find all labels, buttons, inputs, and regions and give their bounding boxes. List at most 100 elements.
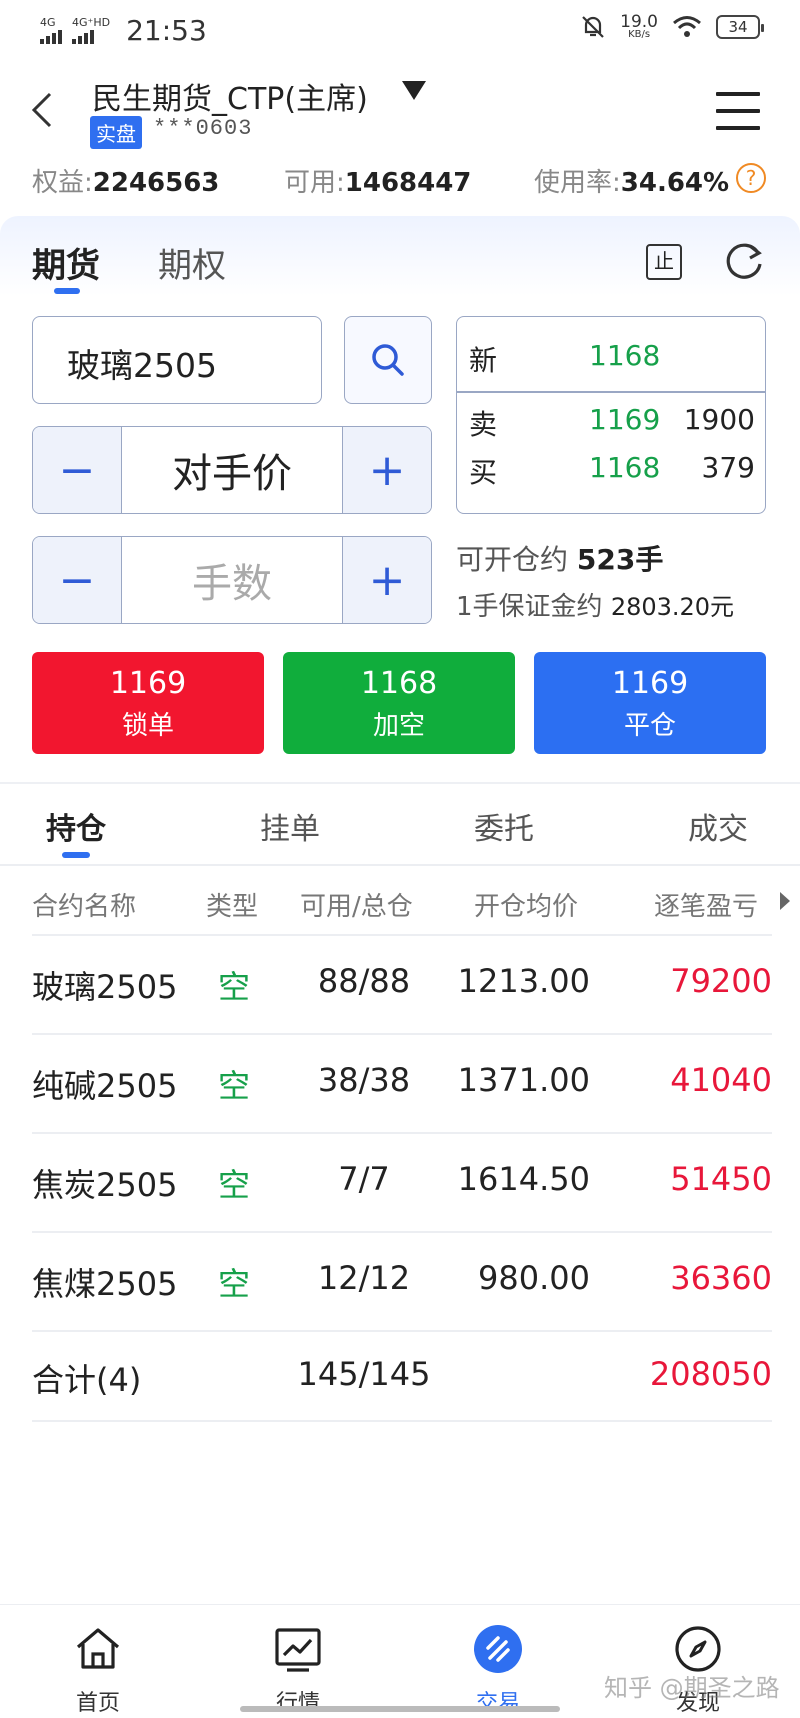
quote-divider xyxy=(457,391,765,393)
available: 可用:1468447 xyxy=(284,162,471,199)
ask-volume: 1900 xyxy=(683,403,755,436)
row-divider xyxy=(32,1231,772,1233)
position-type: 空 xyxy=(218,1265,251,1303)
mute-bell-icon xyxy=(582,16,604,38)
help-icon[interactable]: ? xyxy=(736,163,766,193)
close-position-button[interactable]: 1169 平仓 xyxy=(534,652,766,754)
last-price-row: 新 1168 xyxy=(469,339,755,379)
pnl: 41040 xyxy=(670,1061,772,1099)
wifi-icon xyxy=(673,16,701,37)
dropdown-triangle-icon[interactable] xyxy=(400,78,428,102)
trade-panel: 期货 期权 止 玻璃2505 − 对手价 + − 手数 + 新 1168 卖 1… xyxy=(0,216,800,782)
contract-input[interactable]: 玻璃2505 xyxy=(32,316,322,404)
usage-value: 34.64% xyxy=(620,168,730,198)
active-tab-indicator xyxy=(54,288,80,294)
lock-label: 锁单 xyxy=(121,711,174,741)
avg-price: 1614.50 xyxy=(457,1160,590,1198)
quantity-input[interactable]: 手数 xyxy=(121,537,343,623)
lock-button[interactable]: 1169 锁单 xyxy=(32,652,264,754)
nav-market[interactable]: 行情 xyxy=(248,1623,348,1717)
total-pnl: 208050 xyxy=(649,1355,772,1393)
usage-rate: 使用率:34.64% xyxy=(534,162,729,199)
trade-icon xyxy=(474,1625,522,1673)
price-decrease-button[interactable]: − xyxy=(33,427,121,513)
bid-label: 买 xyxy=(469,456,498,489)
table-row[interactable]: 焦炭2505 空 7/7 1614.50 51450 xyxy=(0,1160,800,1258)
max-open-value: 523手 xyxy=(576,543,664,576)
net-speed-value: 19.0 xyxy=(620,12,658,32)
tab-options[interactable]: 期权 xyxy=(158,238,226,287)
table-row[interactable]: 纯碱2505 空 38/38 1371.00 41040 xyxy=(0,1061,800,1159)
contract-name: 焦炭2505 xyxy=(32,1166,178,1204)
positions-tab-indicator xyxy=(62,852,90,858)
net-speed: 19.0 KB/s xyxy=(620,14,658,40)
table-row[interactable]: 玻璃2505 空 88/88 1213.00 79200 xyxy=(0,962,800,1060)
margin-value: 2803.20元 xyxy=(610,593,735,621)
back-arrow-icon[interactable] xyxy=(26,90,62,130)
search-icon xyxy=(372,344,404,376)
search-button[interactable] xyxy=(344,316,432,404)
nav-home[interactable]: 首页 xyxy=(48,1623,148,1717)
tab-futures[interactable]: 期货 xyxy=(32,238,100,287)
home-indicator[interactable] xyxy=(240,1706,560,1712)
close-price: 1169 xyxy=(611,666,689,701)
available-value: 1468447 xyxy=(344,168,472,198)
max-open-label: 可开仓约 xyxy=(456,543,569,576)
position-qty: 88/88 xyxy=(317,962,411,1000)
quantity-increase-button[interactable]: + xyxy=(343,537,431,623)
tab-orders[interactable]: 委托 xyxy=(474,804,534,848)
usage-label: 使用率: xyxy=(534,168,621,198)
chart-icon xyxy=(275,1628,321,1672)
account-title[interactable]: 民生期货_CTP(主席) xyxy=(92,74,368,118)
hamburger-menu-icon[interactable] xyxy=(716,92,760,130)
signal-1: 4G xyxy=(40,17,62,44)
signal-bars-icon xyxy=(72,28,94,44)
col-header-avg-price: 开仓均价 xyxy=(474,892,579,922)
account-stats: 权益:2246563 可用:1468447 使用率:34.64% ? xyxy=(32,162,772,198)
network-type-2: 4G⁺HD xyxy=(72,16,111,29)
battery-level: 34 xyxy=(728,18,748,36)
col-header-type: 类型 xyxy=(206,892,259,922)
price-increase-button[interactable]: + xyxy=(343,427,431,513)
quantity-stepper: − 手数 + xyxy=(32,536,432,624)
ask-row[interactable]: 卖 1169 1900 xyxy=(469,403,755,443)
price-mode-field[interactable]: 对手价 xyxy=(121,427,343,513)
account-number: ***0603 xyxy=(153,116,253,141)
live-account-badge: 实盘 xyxy=(90,116,142,149)
section-divider xyxy=(0,782,800,784)
add-short-button[interactable]: 1168 加空 xyxy=(283,652,515,754)
available-label: 可用: xyxy=(284,168,345,198)
position-qty: 7/7 xyxy=(338,1160,390,1198)
close-label: 平仓 xyxy=(623,711,676,741)
add-short-label: 加空 xyxy=(372,711,425,741)
status-bar: 4G 4G⁺HD 21:53 19.0 KB/s 34 xyxy=(0,0,800,64)
col-header-qty: 可用/总仓 xyxy=(300,892,413,922)
network-type-1: 4G xyxy=(40,16,56,29)
avg-price: 1213.00 xyxy=(457,962,590,1000)
position-qty: 38/38 xyxy=(317,1061,411,1099)
tab-pending[interactable]: 挂单 xyxy=(260,804,320,848)
contract-name: 纯碱2505 xyxy=(32,1067,178,1105)
status-right: 19.0 KB/s 34 xyxy=(580,14,764,40)
row-divider xyxy=(32,1033,772,1035)
bid-row[interactable]: 买 1168 379 xyxy=(469,451,755,491)
pnl: 79200 xyxy=(670,962,772,1000)
avg-price: 1371.00 xyxy=(457,1061,590,1099)
nav-home-label: 首页 xyxy=(75,1691,120,1716)
lock-price: 1169 xyxy=(109,666,187,701)
col-header-pnl[interactable]: 逐笔盈亏 xyxy=(654,886,758,923)
equity-value: 2246563 xyxy=(92,168,220,198)
tab-positions[interactable]: 持仓 xyxy=(46,804,106,848)
refresh-icon[interactable] xyxy=(722,240,766,284)
total-qty: 145/145 xyxy=(297,1355,431,1393)
quantity-decrease-button[interactable]: − xyxy=(33,537,121,623)
nav-trade[interactable]: 交易 xyxy=(448,1623,548,1717)
total-label: 合计(4) xyxy=(32,1361,142,1399)
bid-volume: 379 xyxy=(701,451,755,484)
table-row[interactable]: 焦煤2505 空 12/12 980.00 36360 xyxy=(0,1259,800,1357)
row-divider xyxy=(32,934,772,936)
stop-order-icon[interactable]: 止 xyxy=(646,244,682,280)
avg-price: 980.00 xyxy=(478,1259,590,1297)
tab-trades[interactable]: 成交 xyxy=(688,804,748,848)
scroll-right-icon[interactable] xyxy=(780,892,790,910)
